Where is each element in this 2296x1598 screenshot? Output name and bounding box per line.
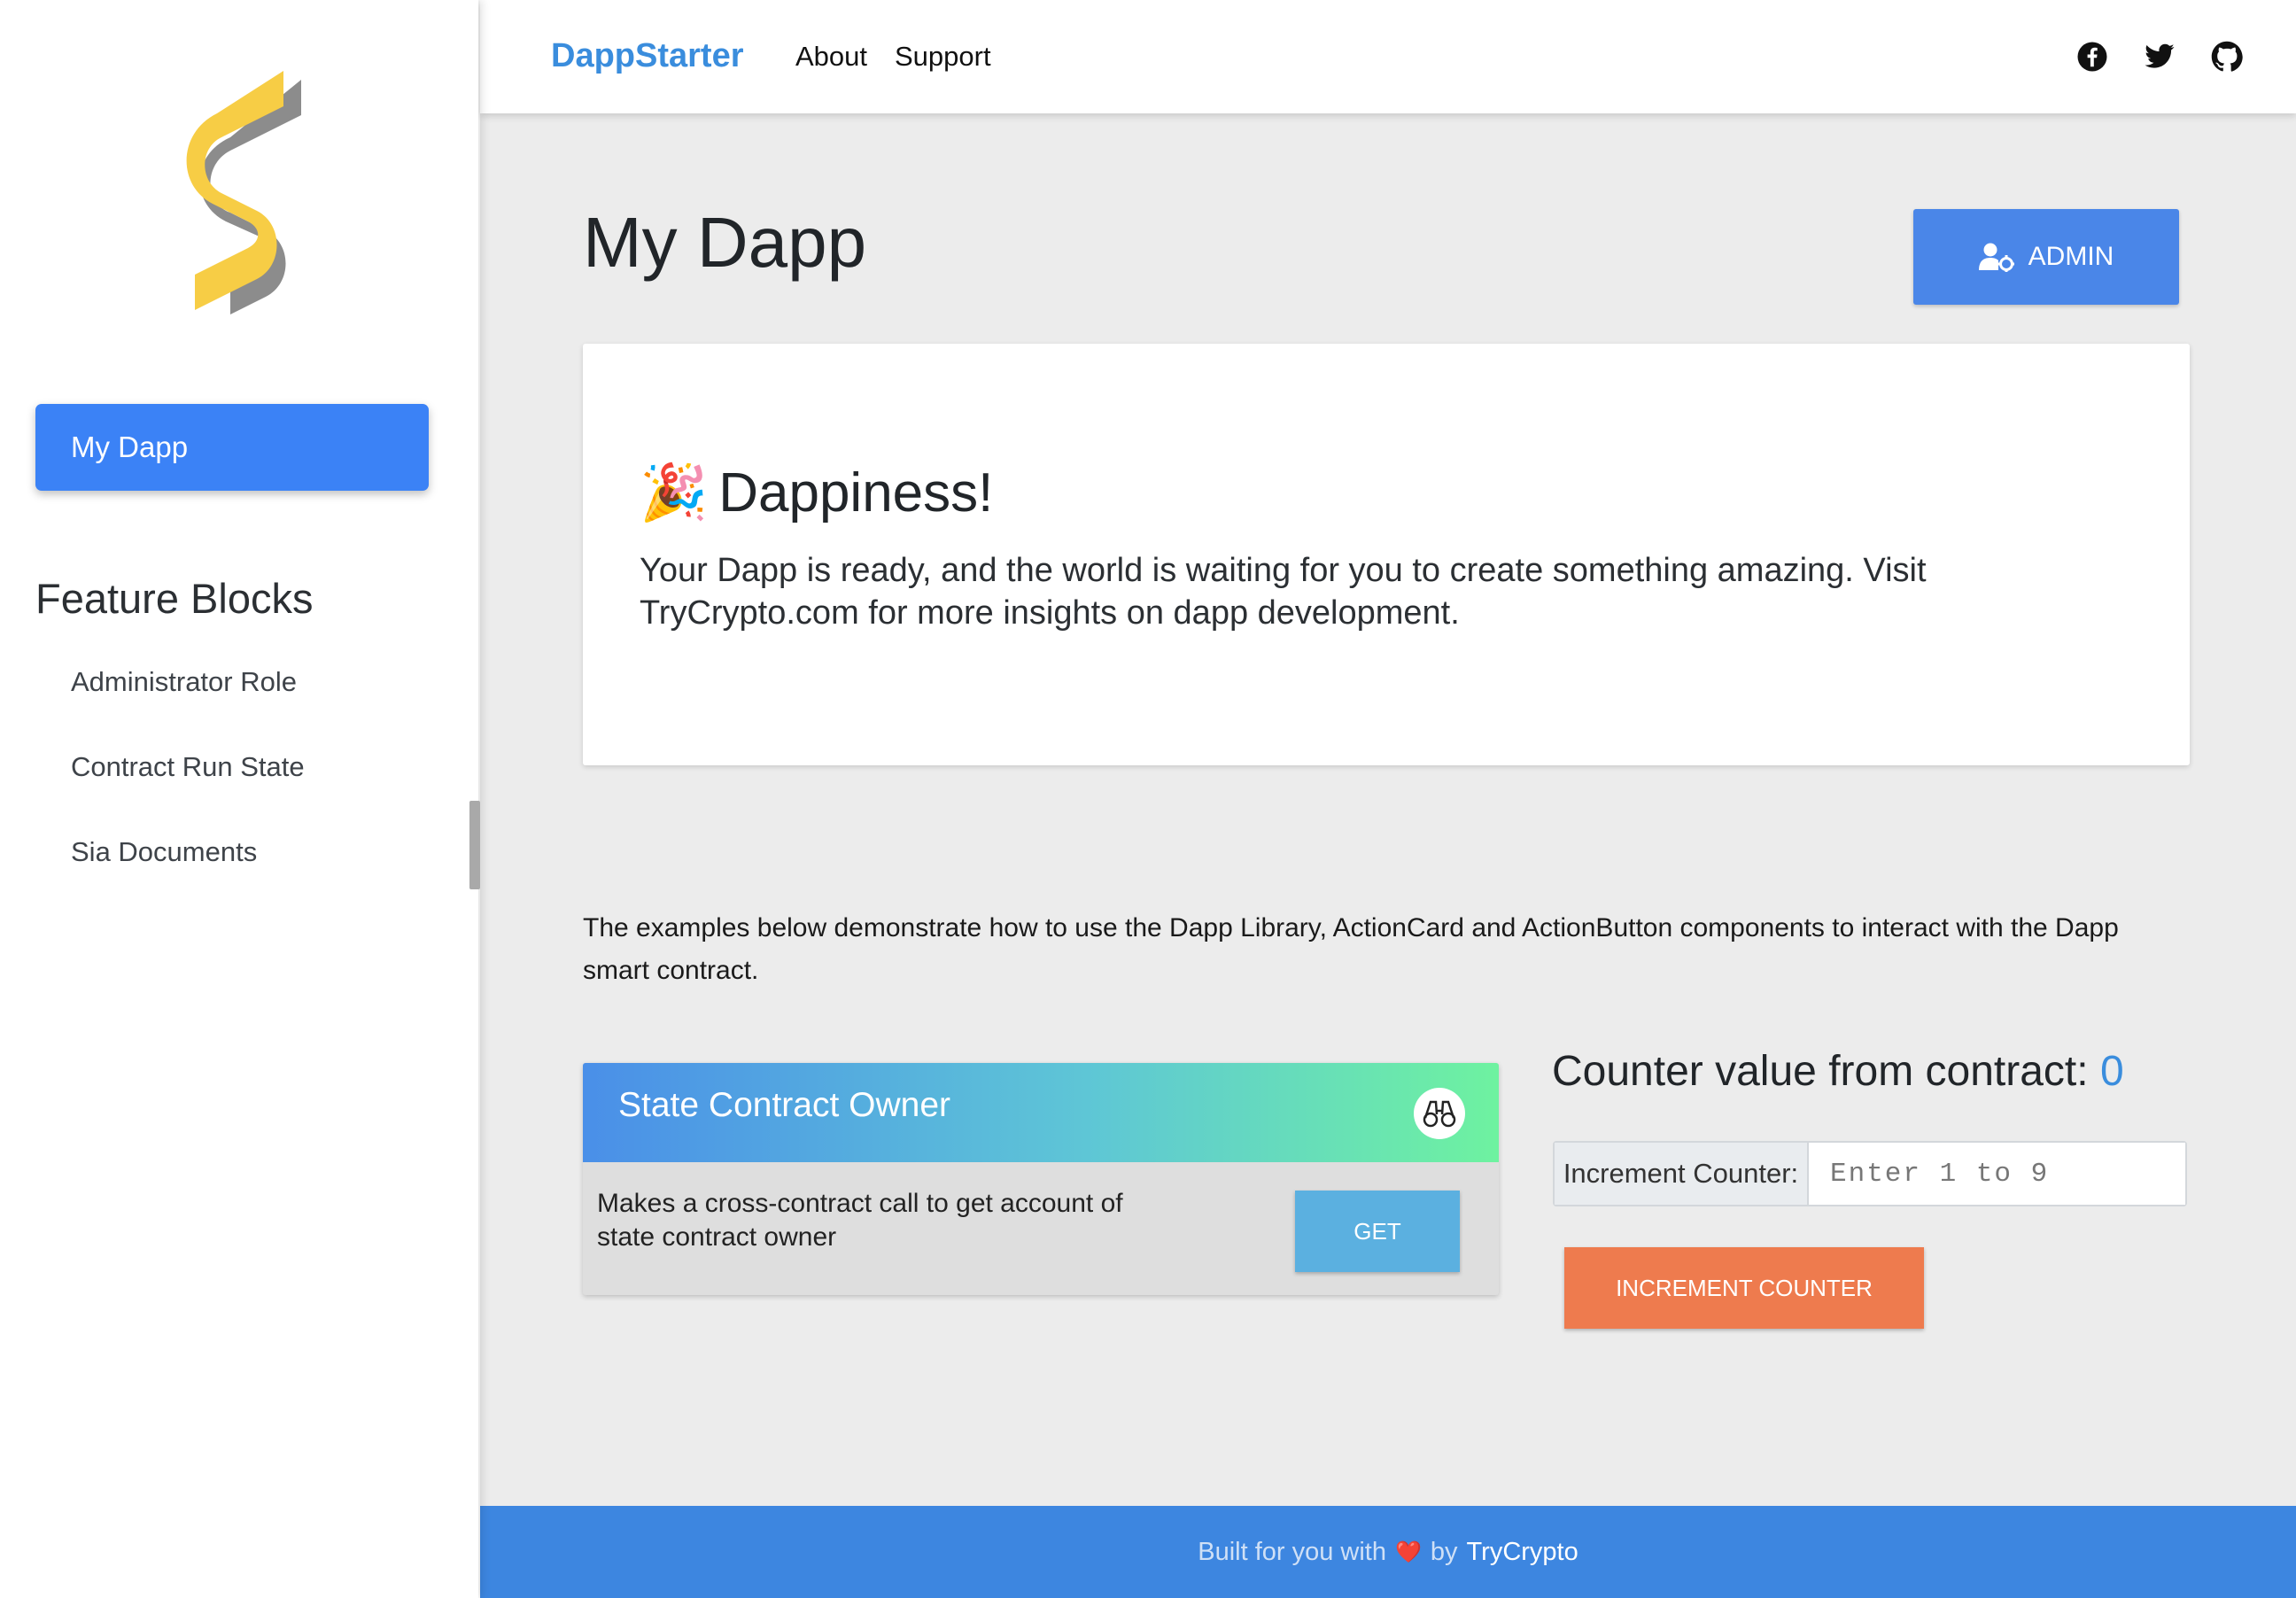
sidebar-resize-handle[interactable] <box>469 801 480 889</box>
counter-value: 0 <box>2099 1048 2124 1095</box>
footer-by: by <box>1430 1537 1458 1566</box>
admin-button-label: ADMIN <box>2028 242 2114 271</box>
admin-button[interactable]: ADMIN <box>1913 209 2179 305</box>
action-card-state-contract-owner: State Contract Owner Makes a cross-contr… <box>583 1063 1499 1295</box>
action-card-header: State Contract Owner <box>583 1063 1499 1162</box>
increment-input[interactable] <box>1809 1143 2185 1205</box>
footer-trycrypto-link[interactable]: TryCrypto <box>1467 1538 1578 1567</box>
welcome-card: 🎉 Dappiness! Your Dapp is ready, and the… <box>583 344 2190 765</box>
user-cog-icon <box>1978 243 2014 272</box>
brand-link[interactable]: DappStarter <box>551 37 744 75</box>
nav-link-support[interactable]: Support <box>895 41 991 73</box>
sidebar: My Dapp Feature Blocks Administrator Rol… <box>0 0 478 1598</box>
github-icon[interactable] <box>2211 41 2243 73</box>
nav-link-about[interactable]: About <box>795 41 867 73</box>
increment-input-group: Increment Counter: <box>1553 1141 2187 1206</box>
heart-icon: ❤️ <box>1395 1540 1422 1564</box>
sidebar-item-contract-run-state[interactable]: Contract Run State <box>71 751 305 783</box>
binoculars-icon <box>1414 1088 1465 1139</box>
increment-input-label: Increment Counter: <box>1555 1143 1809 1205</box>
feature-blocks-heading: Feature Blocks <box>35 575 314 622</box>
sidebar-item-my-dapp[interactable]: My Dapp <box>35 404 429 491</box>
page-title: My Dapp <box>583 203 867 282</box>
sidebar-item-administrator-role[interactable]: Administrator Role <box>71 666 297 698</box>
increment-counter-button[interactable]: INCREMENT COUNTER <box>1564 1247 1924 1329</box>
welcome-text: Your Dapp is ready, and the world is wai… <box>640 552 1927 632</box>
action-card-description: Makes a cross-contract call to get accou… <box>597 1189 1123 1252</box>
footer-text: Built for you with <box>1198 1537 1386 1566</box>
dappstarter-logo <box>151 62 328 328</box>
sidebar-item-label: My Dapp <box>71 431 189 463</box>
top-navbar: DappStarter About Support <box>480 0 2296 113</box>
main-content: My Dapp ADMIN 🎉 Dappiness! Your Dapp is … <box>480 113 2296 1506</box>
party-popper-icon: 🎉 <box>640 462 709 524</box>
twitter-icon[interactable] <box>2144 41 2176 73</box>
welcome-heading: 🎉 Dappiness! <box>640 461 993 525</box>
counter-display: Counter value from contract: 0 <box>1552 1047 2124 1096</box>
welcome-title: Dappiness! <box>718 462 994 524</box>
counter-label: Counter value from contract: <box>1552 1048 2089 1095</box>
action-card-title: State Contract Owner <box>618 1086 950 1124</box>
footer: Built for you with ❤️ by TryCrypto <box>480 1506 2296 1598</box>
sidebar-item-sia-documents[interactable]: Sia Documents <box>71 836 257 868</box>
facebook-icon[interactable] <box>2076 41 2108 73</box>
examples-intro: The examples below demonstrate how to us… <box>583 913 2119 985</box>
get-button[interactable]: GET <box>1295 1191 1460 1272</box>
